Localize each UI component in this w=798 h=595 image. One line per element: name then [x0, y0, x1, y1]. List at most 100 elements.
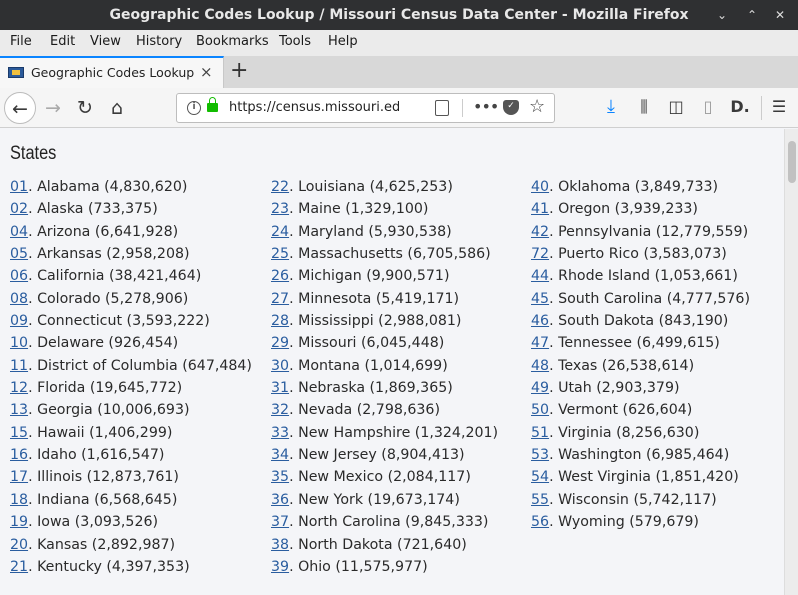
state-name-population: . Nebraska (1,869,365)	[289, 380, 453, 397]
screenshot-icon[interactable]: ▯	[697, 96, 719, 118]
menu-bookmarks[interactable]: Bookmarks	[196, 34, 269, 49]
state-code-link[interactable]: 10	[10, 335, 28, 351]
state-code-link[interactable]: 22	[271, 179, 289, 195]
state-code-link[interactable]: 55	[531, 492, 549, 508]
state-code-link[interactable]: 12	[10, 380, 28, 396]
state-code-link[interactable]: 21	[10, 559, 28, 575]
state-name-population: . Ohio (11,575,977)	[289, 558, 428, 575]
state-code-link[interactable]: 33	[271, 425, 289, 441]
state-code-link[interactable]: 41	[531, 201, 549, 217]
library-icon[interactable]: ⫼	[633, 96, 655, 118]
menu-history[interactable]: History	[136, 34, 182, 49]
state-code-link[interactable]: 20	[10, 537, 28, 553]
pocket-icon[interactable]: ✓	[503, 100, 519, 115]
state-code-link[interactable]: 09	[10, 313, 28, 329]
secure-lock-icon[interactable]	[207, 97, 218, 112]
state-code-link[interactable]: 24	[271, 224, 289, 240]
state-name-population: . Oklahoma (3,849,733)	[549, 179, 719, 195]
state-code-link[interactable]: 35	[271, 469, 289, 485]
page-actions-icon[interactable]: •••	[473, 97, 499, 116]
state-code-link[interactable]: 29	[271, 335, 289, 351]
state-code-link[interactable]: 18	[10, 492, 28, 508]
state-list-item: 50. Vermont (626,604)	[531, 399, 750, 421]
menu-help[interactable]: Help	[328, 34, 358, 49]
state-list-item: 12. Florida (19,645,772)	[10, 377, 252, 399]
state-code-link[interactable]: 30	[271, 358, 289, 374]
state-code-link[interactable]: 08	[10, 291, 28, 307]
state-list-item: 20. Kansas (2,892,987)	[10, 534, 252, 556]
state-code-link[interactable]: 38	[271, 537, 289, 553]
state-code-link[interactable]: 39	[271, 559, 289, 575]
extension-icon[interactable]: D.	[729, 96, 751, 118]
site-info-icon[interactable]: i	[187, 101, 201, 115]
state-code-link[interactable]: 40	[531, 179, 549, 195]
menu-view[interactable]: View	[90, 34, 121, 49]
state-code-link[interactable]: 17	[10, 469, 28, 485]
state-name-population: . Texas (26,538,614)	[549, 357, 695, 374]
state-code-link[interactable]: 49	[531, 380, 549, 396]
state-code-link[interactable]: 34	[271, 447, 289, 463]
state-code-link[interactable]: 46	[531, 313, 549, 329]
new-tab-button[interactable]: +	[230, 58, 248, 84]
state-code-link[interactable]: 11	[10, 358, 28, 374]
state-code-link[interactable]: 53	[531, 447, 549, 463]
back-button[interactable]: ←	[4, 92, 36, 124]
state-code-link[interactable]: 36	[271, 492, 289, 508]
state-code-link[interactable]: 56	[531, 514, 549, 530]
state-code-link[interactable]: 28	[271, 313, 289, 329]
state-code-link[interactable]: 15	[10, 425, 28, 441]
state-code-link[interactable]: 31	[271, 380, 289, 396]
state-code-link[interactable]: 04	[10, 224, 28, 240]
state-list-item: 21. Kentucky (4,397,353)	[10, 556, 252, 578]
tab-geographic-codes[interactable]: Geographic Codes Lookup / M ×	[0, 56, 224, 88]
menu-tools[interactable]: Tools	[279, 34, 311, 49]
state-code-link[interactable]: 06	[10, 268, 28, 284]
reload-button[interactable]: ↻	[69, 92, 101, 124]
bookmark-star-icon[interactable]: ☆	[529, 96, 545, 117]
state-list-item: 09. Connecticut (3,593,222)	[10, 310, 252, 332]
close-icon[interactable]: ✕	[770, 5, 790, 25]
state-code-link[interactable]: 25	[271, 246, 289, 262]
state-code-link[interactable]: 50	[531, 402, 549, 418]
state-code-link[interactable]: 02	[10, 201, 28, 217]
state-code-link[interactable]: 54	[531, 469, 549, 485]
window-title: Geographic Codes Lookup / Missouri Censu…	[109, 7, 689, 23]
state-code-link[interactable]: 13	[10, 402, 28, 418]
states-column-3: 40. Oklahoma (3,849,733) 41. Oregon (3,93…	[531, 176, 750, 534]
url-text[interactable]: https://census.missouri.edu/ge	[229, 100, 399, 115]
state-code-link[interactable]: 16	[10, 447, 28, 463]
minimize-icon[interactable]: ⌄	[712, 5, 732, 25]
state-code-link[interactable]: 51	[531, 425, 549, 441]
home-button[interactable]: ⌂	[101, 92, 133, 124]
tab-close-icon[interactable]: ×	[200, 63, 213, 81]
state-code-link[interactable]: 27	[271, 291, 289, 307]
state-code-link[interactable]: 47	[531, 335, 549, 351]
sidebar-icon[interactable]: ◫	[665, 96, 687, 118]
state-name-population: . Washington (6,985,464)	[549, 447, 730, 464]
state-code-link[interactable]: 72	[531, 246, 549, 262]
state-code-link[interactable]: 32	[271, 402, 289, 418]
state-code-link[interactable]: 37	[271, 514, 289, 530]
state-code-link[interactable]: 26	[271, 268, 289, 284]
state-code-link[interactable]: 01	[10, 179, 28, 195]
reader-view-icon[interactable]	[435, 100, 449, 116]
state-code-link[interactable]: 45	[531, 291, 549, 307]
menu-edit[interactable]: Edit	[50, 34, 75, 49]
hamburger-menu-icon[interactable]: ☰	[768, 96, 790, 118]
maximize-icon[interactable]: ⌃	[742, 5, 762, 25]
state-code-link[interactable]: 23	[271, 201, 289, 217]
scrollbar-thumb[interactable]	[788, 141, 796, 183]
page-scrollbar[interactable]	[784, 129, 798, 595]
url-bar[interactable]: i https://census.missouri.edu/ge ••• ✓ ☆	[176, 93, 555, 123]
state-code-link[interactable]: 42	[531, 224, 549, 240]
state-name-population: . Virginia (8,256,630)	[549, 424, 700, 441]
state-code-link[interactable]: 44	[531, 268, 549, 284]
state-list-item: 35. New Mexico (2,084,117)	[271, 466, 498, 488]
forward-button[interactable]: →	[37, 92, 69, 124]
state-code-link[interactable]: 05	[10, 246, 28, 262]
state-code-link[interactable]: 48	[531, 358, 549, 374]
state-code-link[interactable]: 19	[10, 514, 28, 530]
download-icon[interactable]: ⤓	[600, 96, 622, 118]
state-name-population: . Alaska (733,375)	[28, 201, 158, 218]
menu-file[interactable]: File	[10, 34, 32, 49]
